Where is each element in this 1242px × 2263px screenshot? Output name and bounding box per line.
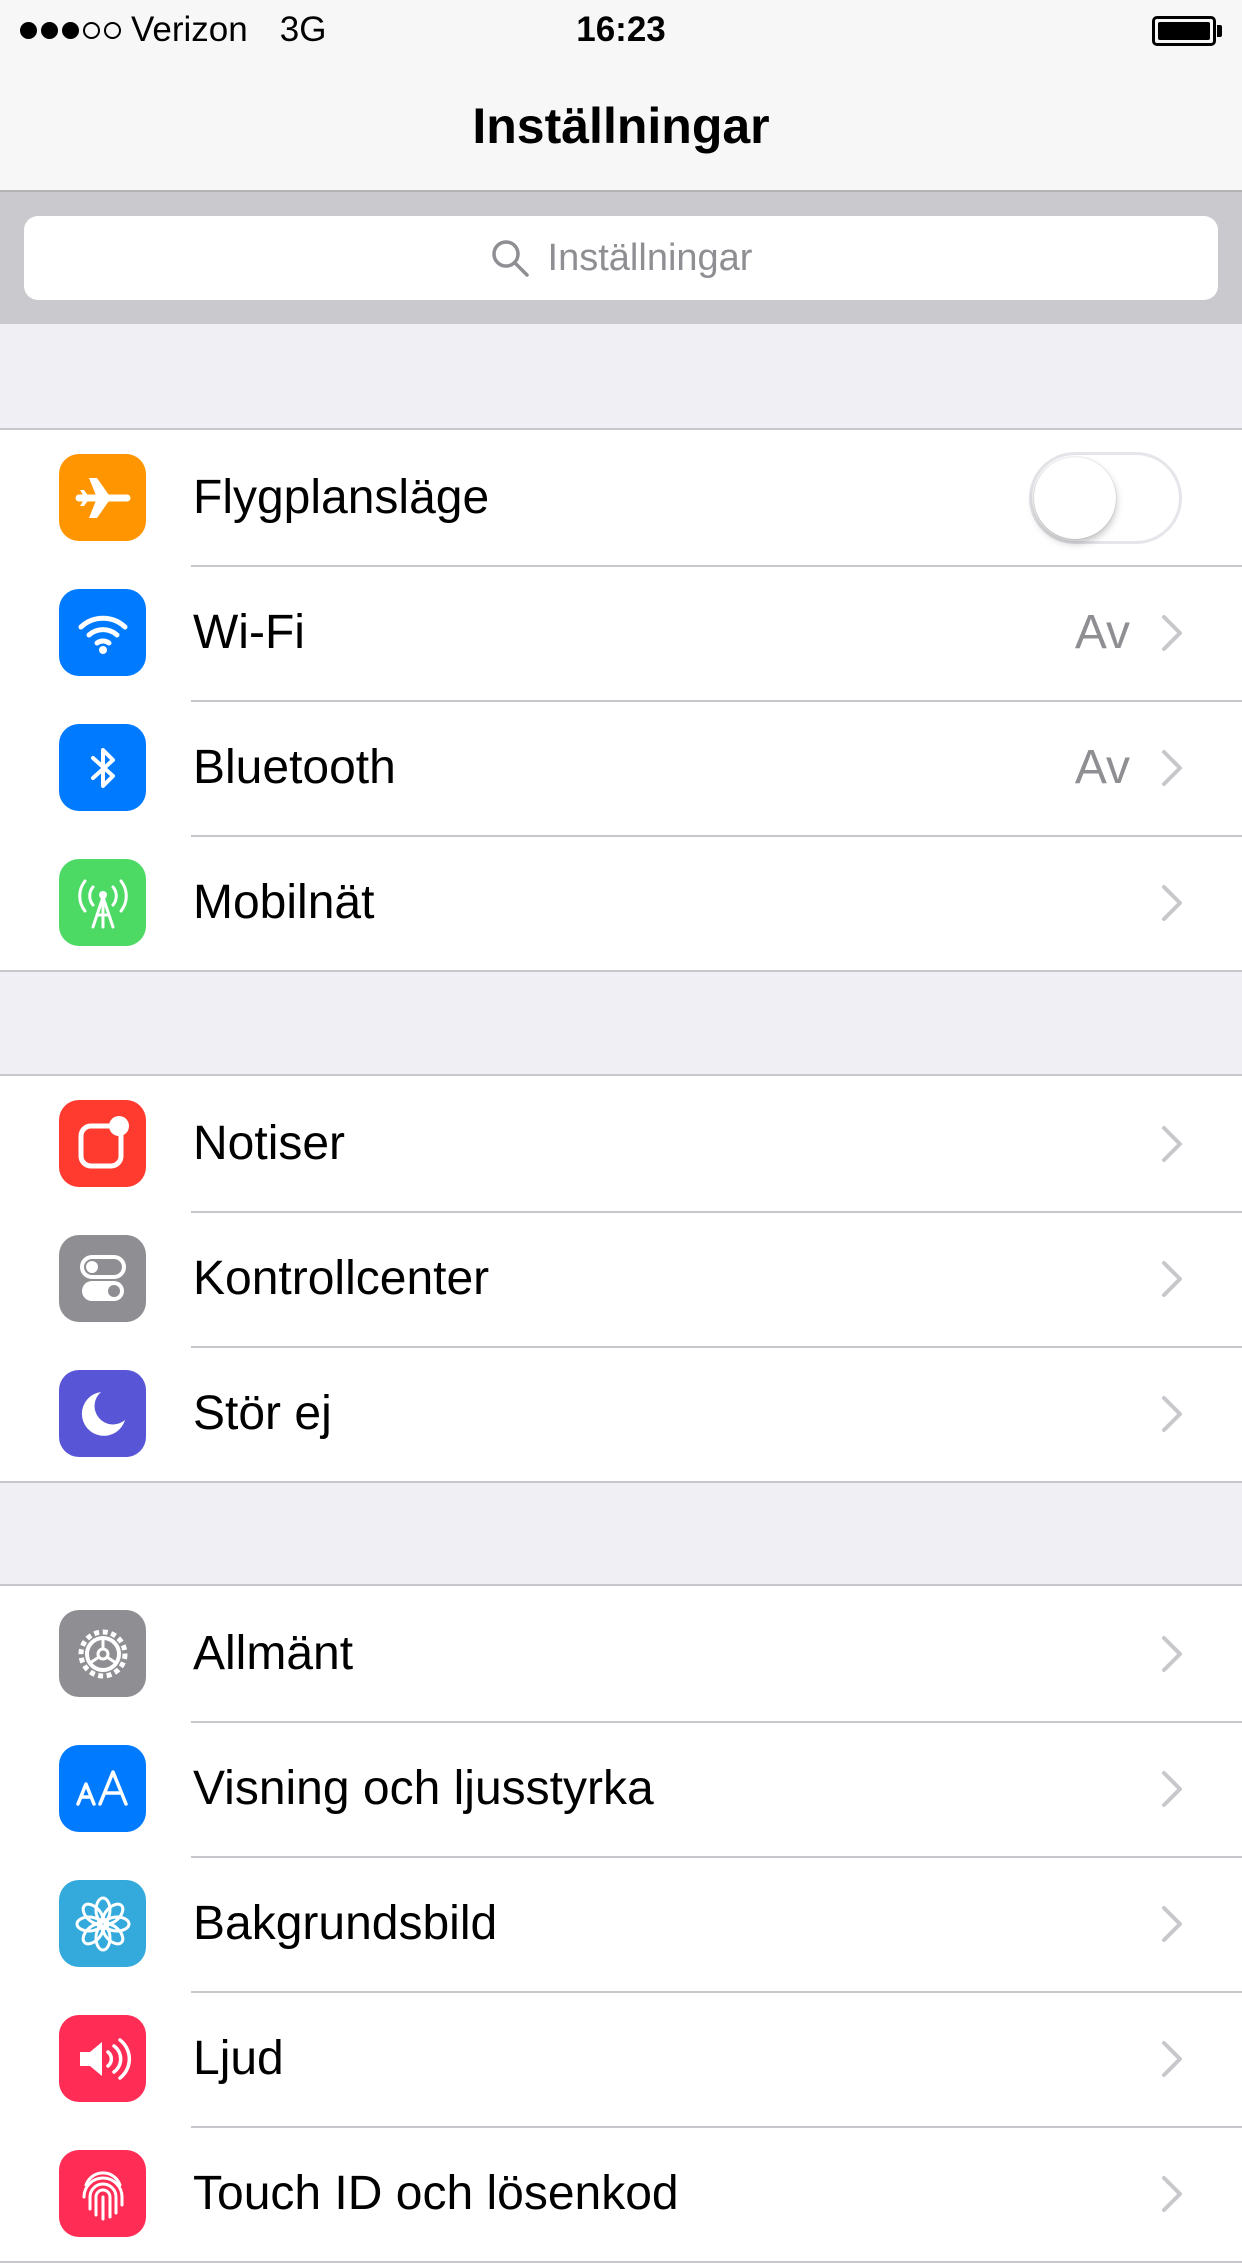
cellular-label: Mobilnät <box>193 876 375 929</box>
search-icon <box>491 240 529 277</box>
chevron-right-icon <box>1162 2176 1182 2212</box>
notifications-label: Notiser <box>193 1117 346 1170</box>
touch-id-passcode-label: Touch ID och lösenkod <box>193 2167 679 2220</box>
row-display-brightness[interactable]: Visning och ljusstyrka <box>0 1721 1242 1856</box>
row-do-not-disturb[interactable]: Stör ej <box>0 1346 1242 1481</box>
search-placeholder: Inställningar <box>547 236 753 279</box>
search-area: Inställningar <box>0 192 1242 324</box>
row-wifi[interactable]: Wi-Fi Av <box>0 565 1242 700</box>
wifi-label: Wi-Fi <box>193 606 305 659</box>
chevron-right-icon <box>1162 1261 1182 1297</box>
row-notifications[interactable]: Notiser <box>0 1076 1242 1211</box>
row-wallpaper[interactable]: Bakgrundsbild <box>0 1856 1242 1991</box>
control-center-icon <box>59 1235 146 1322</box>
chevron-right-icon <box>1162 750 1182 786</box>
bluetooth-value: Av <box>1074 741 1130 794</box>
wifi-value: Av <box>1074 606 1130 659</box>
airplane-mode-toggle[interactable] <box>1029 452 1182 544</box>
text-size-icon <box>59 1745 146 1832</box>
notifications-icon <box>59 1100 146 1187</box>
speaker-icon <box>59 2015 146 2102</box>
control-center-label: Kontrollcenter <box>193 1252 490 1305</box>
airplane-icon <box>59 454 146 541</box>
battery-icon <box>1152 16 1222 46</box>
chevron-right-icon <box>1162 1906 1182 1942</box>
chevron-right-icon <box>1162 1396 1182 1432</box>
moon-icon <box>59 1370 146 1457</box>
row-cellular[interactable]: Mobilnät <box>0 835 1242 970</box>
wallpaper-label: Bakgrundsbild <box>193 1897 498 1950</box>
navigation-bar: Inställningar <box>0 60 1242 192</box>
fingerprint-icon <box>59 2150 146 2237</box>
gear-icon <box>59 1610 146 1697</box>
display-brightness-label: Visning och ljusstyrka <box>193 1762 654 1815</box>
row-touch-id-passcode[interactable]: Touch ID och lösenkod <box>0 2126 1242 2261</box>
bluetooth-icon <box>59 724 146 811</box>
chevron-right-icon <box>1162 885 1182 921</box>
airplane-mode-label: Flygplansläge <box>193 471 490 524</box>
row-general[interactable]: Allmänt <box>0 1586 1242 1721</box>
status-time: 16:23 <box>576 10 666 49</box>
row-bluetooth[interactable]: Bluetooth Av <box>0 700 1242 835</box>
chevron-right-icon <box>1162 2041 1182 2077</box>
do-not-disturb-label: Stör ej <box>193 1387 332 1440</box>
page-title: Inställningar <box>472 98 770 154</box>
chevron-right-icon <box>1162 1126 1182 1162</box>
cellular-antenna-icon <box>59 859 146 946</box>
chevron-right-icon <box>1162 1636 1182 1672</box>
bluetooth-label: Bluetooth <box>193 741 396 794</box>
general-label: Allmänt <box>193 1627 354 1680</box>
chevron-right-icon <box>1162 615 1182 651</box>
chevron-right-icon <box>1162 1771 1182 1807</box>
sounds-label: Ljud <box>193 2032 284 2085</box>
settings-group-connectivity: Flygplansläge Wi-Fi Av Bluetooth Av Mobi… <box>0 428 1242 972</box>
settings-group-notifications: Notiser Kontrollcenter Stör ej <box>0 1074 1242 1483</box>
settings-group-general: Allmänt Visning och ljusstyrka Bakgrunds… <box>0 1584 1242 2263</box>
row-airplane-mode[interactable]: Flygplansläge <box>0 430 1242 565</box>
status-bar: Verizon 3G 16:23 <box>0 0 1242 60</box>
row-sounds[interactable]: Ljud <box>0 1991 1242 2126</box>
wifi-icon <box>59 589 146 676</box>
flower-icon <box>59 1880 146 1967</box>
search-input[interactable]: Inställningar <box>24 216 1218 300</box>
row-control-center[interactable]: Kontrollcenter <box>0 1211 1242 1346</box>
